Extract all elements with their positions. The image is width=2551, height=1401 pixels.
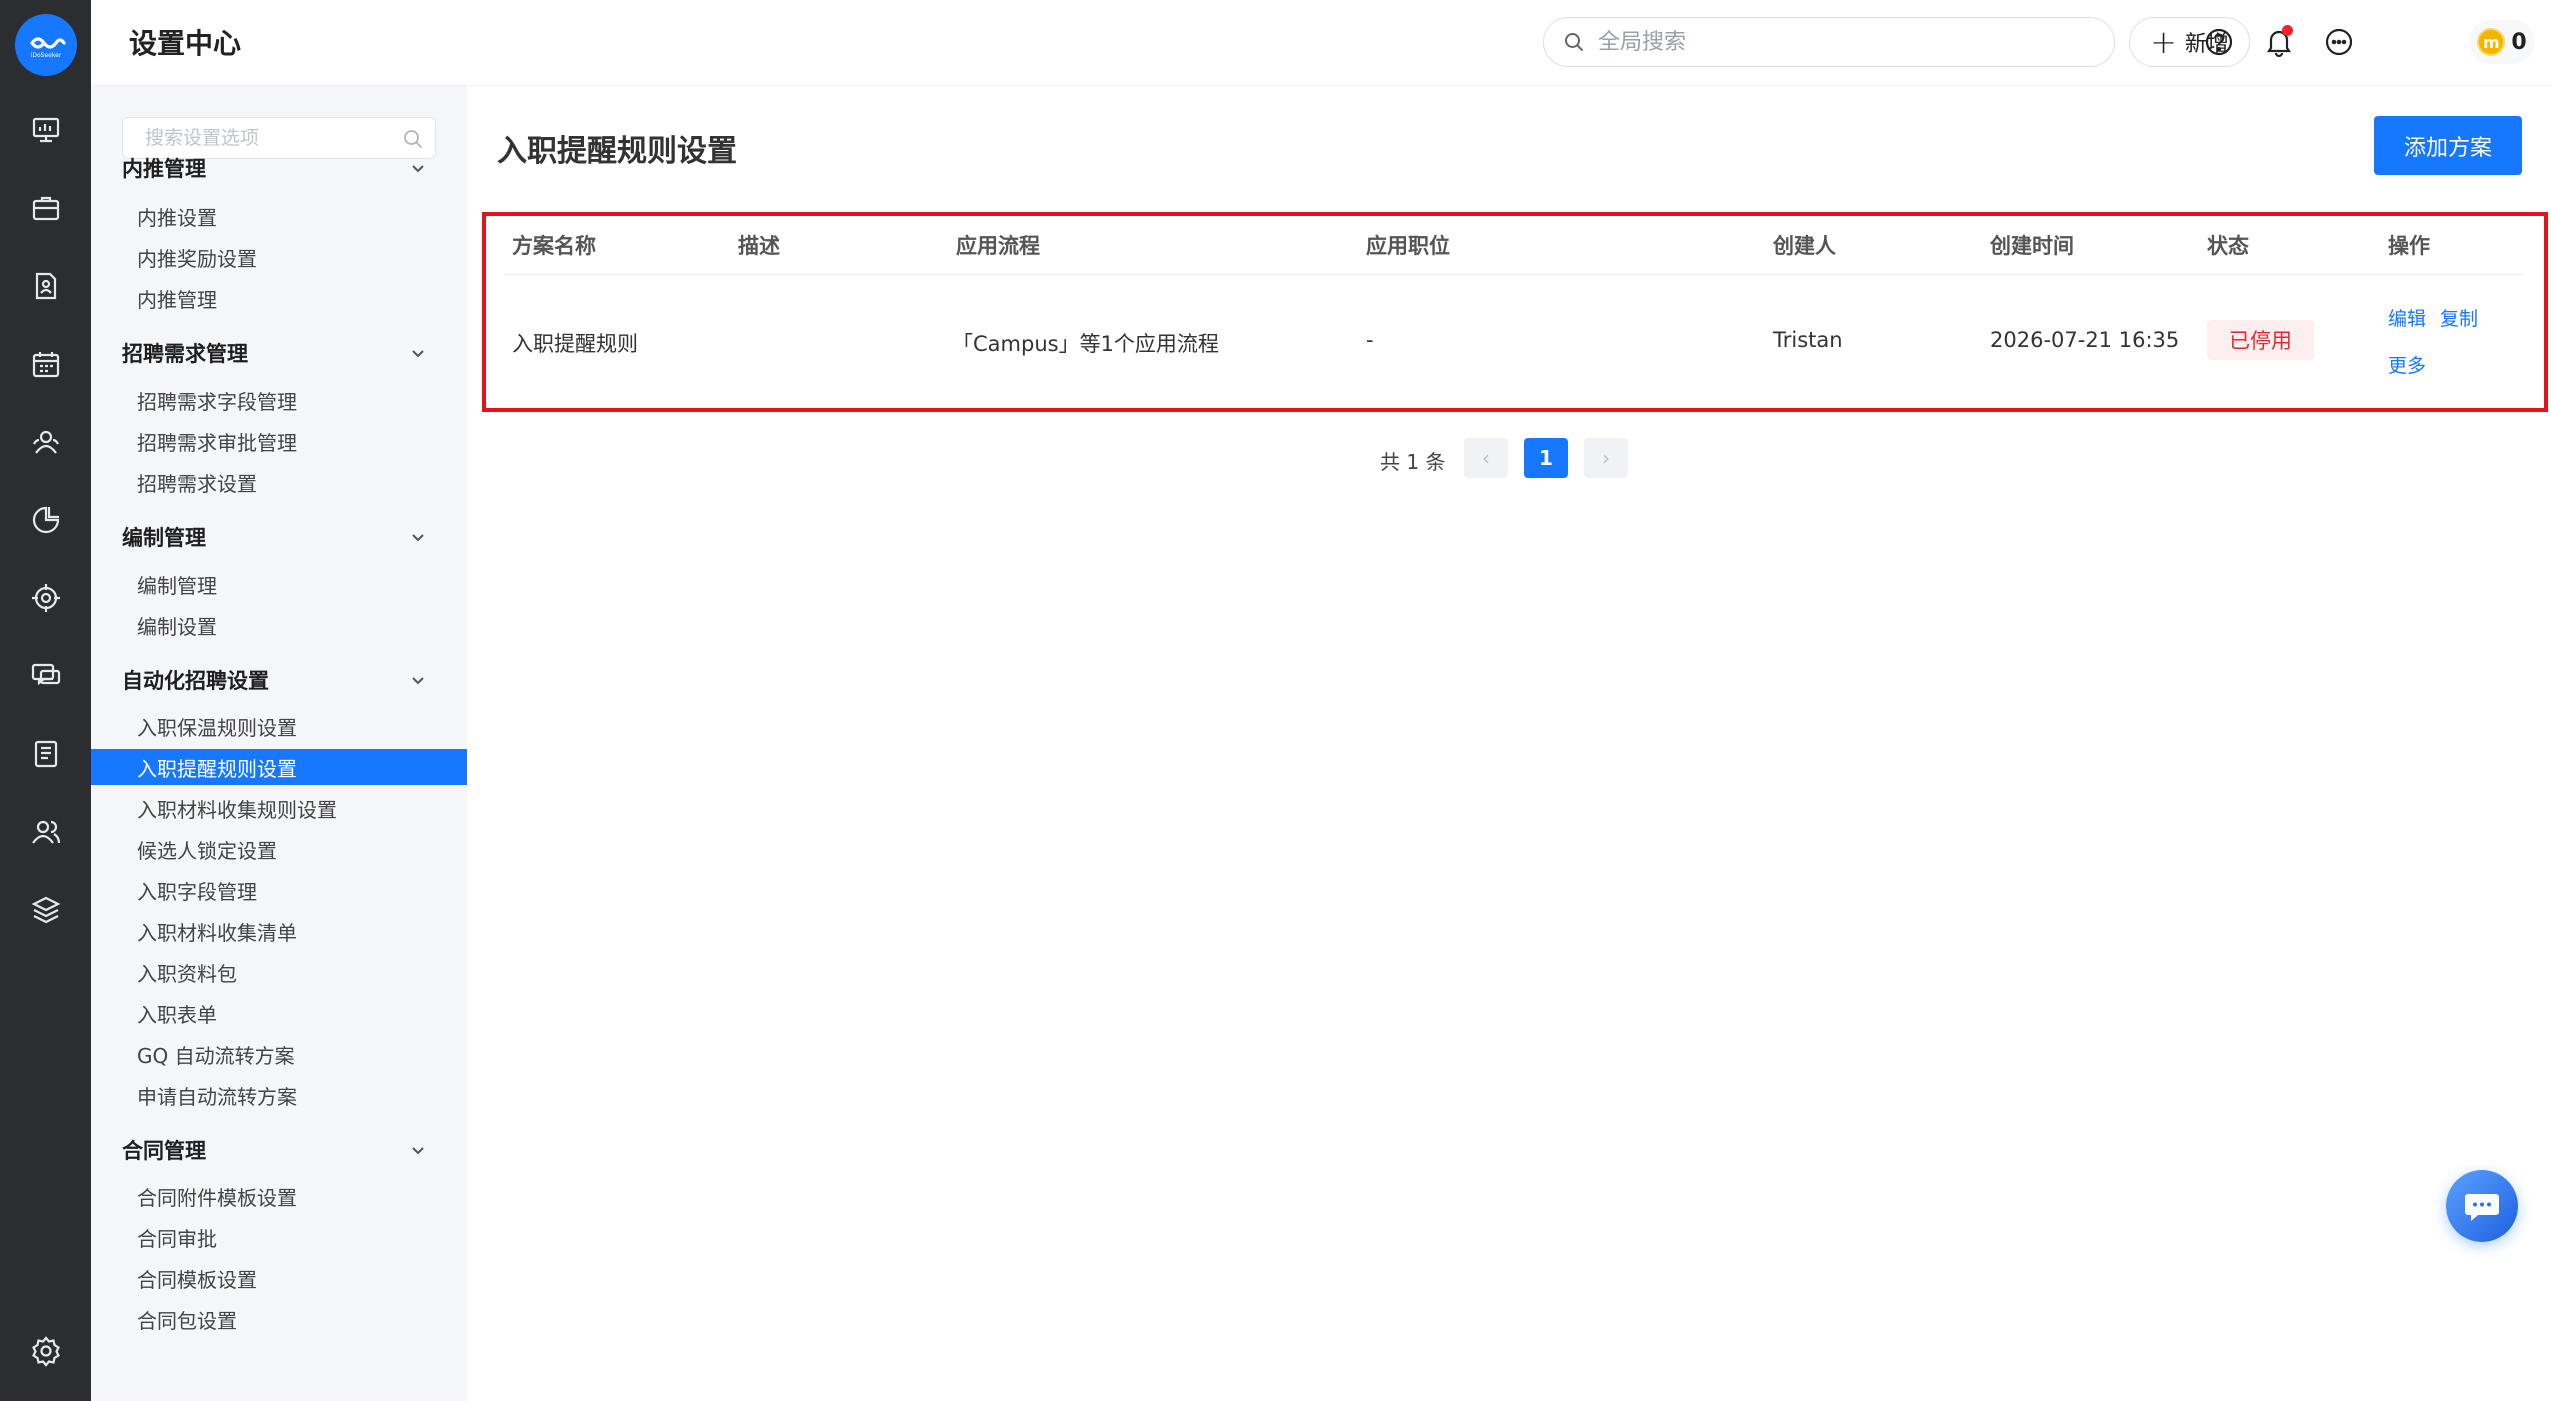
chevron-down-icon [412, 677, 424, 685]
briefcase-icon[interactable] [27, 189, 65, 227]
pie-chart-icon[interactable] [27, 501, 65, 539]
sidebar-item[interactable]: 招聘需求设置 [91, 464, 467, 500]
column-header: 描述 [738, 234, 780, 258]
chat-assistant-button[interactable] [2446, 1170, 2518, 1242]
layers-icon[interactable] [27, 891, 65, 929]
notification-bell-icon[interactable] [2259, 22, 2299, 62]
column-header: 方案名称 [512, 234, 596, 258]
sidebar-item[interactable]: 内推设置 [91, 198, 467, 234]
sidebar-item[interactable]: 候选人锁定设置 [91, 831, 467, 867]
pagination-total: 共 1 条 [1380, 450, 1446, 474]
rules-table: 方案名称 描述 应用流程 应用职位 创建人 创建时间 状态 操作 入职提醒规则 … [482, 212, 2548, 412]
sidebar-item[interactable]: 入职材料收集规则设置 [91, 790, 467, 826]
coin-count: 0 [2511, 29, 2527, 55]
header-divider [504, 274, 2524, 275]
sidebar-item[interactable]: 合同模板设置 [91, 1260, 467, 1296]
logo-text: iDoSeeker [31, 52, 62, 59]
sidebar-item[interactable]: 编制管理 [91, 566, 467, 602]
pagination-next-button[interactable]: › [1584, 438, 1628, 478]
pagination-prev-button[interactable]: ‹ [1464, 438, 1508, 478]
help-icon[interactable] [2199, 22, 2239, 62]
pagination-page-1[interactable]: 1 [1524, 438, 1568, 478]
users-icon[interactable] [27, 813, 65, 851]
more-chat-icon[interactable] [2319, 22, 2359, 62]
sidebar-item[interactable]: 入职表单 [91, 995, 467, 1031]
sidebar-search-input[interactable] [145, 127, 385, 149]
column-header: 应用职位 [1366, 234, 1450, 258]
copy-link[interactable]: 复制 [2440, 304, 2478, 331]
sidebar-item[interactable]: GQ 自动流转方案 [91, 1036, 467, 1072]
group-title: 内推管理 [122, 157, 206, 181]
resume-icon[interactable] [27, 267, 65, 305]
search-icon [1565, 33, 1584, 52]
chevron-down-icon [412, 350, 424, 358]
sidebar-item[interactable]: 申请自动流转方案 [91, 1077, 467, 1113]
chat-bubble-icon [2465, 1194, 2499, 1221]
column-header: 应用流程 [956, 234, 1040, 258]
sidebar-item-active[interactable]: 入职提醒规则设置 [91, 749, 467, 785]
global-search-box[interactable] [1543, 17, 2115, 67]
group-title: 自动化招聘设置 [122, 669, 269, 693]
cell-creator: Tristan [1773, 328, 1843, 352]
column-header: 状态 [2207, 234, 2249, 258]
cell-name: 入职提醒规则 [512, 332, 638, 356]
sidebar-item[interactable]: 入职材料收集清单 [91, 913, 467, 949]
group-recruit-demand[interactable]: 招聘需求管理 [122, 336, 436, 370]
sidebar-item[interactable]: 合同审批 [91, 1219, 467, 1255]
sidebar-item[interactable]: 内推奖励设置 [91, 239, 467, 275]
chevron-down-icon [412, 1147, 424, 1155]
search-icon [404, 130, 423, 149]
column-header: 操作 [2388, 234, 2430, 258]
sidebar-item[interactable]: 招聘需求字段管理 [91, 382, 467, 418]
group-referral[interactable]: 内推管理 [122, 151, 436, 185]
top-header: 设置中心 + 新增 m 0 [91, 0, 2551, 86]
plus-icon: + [2150, 23, 2177, 61]
more-link[interactable]: 更多 [2388, 351, 2426, 378]
coin-icon: m [2477, 28, 2506, 56]
group-title: 合同管理 [122, 1139, 206, 1163]
sidebar-item[interactable]: 入职保温规则设置 [91, 708, 467, 744]
group-contract[interactable]: 合同管理 [122, 1133, 436, 1167]
nav-rail: iDoSeeker [0, 0, 91, 1401]
add-plan-button[interactable]: 添加方案 [2374, 116, 2522, 175]
group-title: 编制管理 [122, 526, 206, 550]
coin-balance[interactable]: m 0 [2469, 20, 2535, 64]
column-header: 创建时间 [1990, 234, 2074, 258]
sidebar-item[interactable]: 入职资料包 [91, 954, 467, 990]
document-list-icon[interactable] [27, 735, 65, 773]
calendar-icon[interactable] [27, 345, 65, 383]
cell-process: 「Campus」等1个应用流程 [952, 332, 1219, 356]
settings-gear-icon[interactable] [27, 1332, 65, 1370]
app-title: 设置中心 [129, 27, 242, 60]
talent-pool-icon[interactable] [27, 423, 65, 461]
settings-sidebar: 内推管理 内推设置 内推奖励设置 内推管理 招聘需求管理 招聘需求字段管理 招聘… [91, 86, 467, 1401]
column-header: 创建人 [1773, 234, 1836, 258]
sidebar-item[interactable]: 合同包设置 [91, 1301, 467, 1337]
sidebar-item[interactable]: 入职字段管理 [91, 872, 467, 908]
status-badge: 已停用 [2207, 320, 2314, 360]
group-headcount[interactable]: 编制管理 [122, 520, 436, 554]
logo-icon: iDoSeeker [30, 37, 66, 59]
page-title: 入职提醒规则设置 [497, 134, 737, 169]
cell-created-at: 2026-07-21 16:35 [1990, 328, 2180, 352]
chevron-down-icon [412, 165, 424, 173]
sidebar-item[interactable]: 招聘需求审批管理 [91, 423, 467, 459]
sidebar-item[interactable]: 合同附件模板设置 [91, 1178, 467, 1214]
target-icon[interactable] [27, 579, 65, 617]
group-title: 招聘需求管理 [122, 342, 248, 366]
edit-link[interactable]: 编辑 [2388, 304, 2426, 331]
sidebar-item[interactable]: 编制设置 [91, 607, 467, 643]
sidebar-item[interactable]: 内推管理 [91, 280, 467, 316]
dashboard-icon[interactable] [27, 111, 65, 149]
notification-dot [2282, 25, 2293, 36]
chevron-down-icon [412, 534, 424, 542]
global-search-input[interactable] [1598, 29, 2078, 55]
cell-position: - [1366, 328, 1374, 352]
group-automation[interactable]: 自动化招聘设置 [122, 663, 436, 697]
message-icon[interactable] [27, 657, 65, 695]
app-logo[interactable]: iDoSeeker [15, 14, 77, 76]
